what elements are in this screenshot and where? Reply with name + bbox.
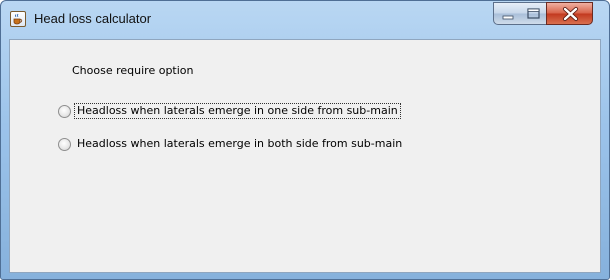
title-bar[interactable]: Head loss calculator [1, 1, 609, 39]
maximize-icon [527, 8, 540, 19]
close-button[interactable] [546, 2, 593, 25]
minimize-icon [502, 15, 514, 20]
radio-button-both-side[interactable] [58, 137, 71, 151]
app-window: Head loss calculator Choose require opti… [0, 0, 610, 280]
option-both-side-label[interactable]: Headloss when laterals emerge in both si… [75, 137, 404, 151]
minimize-button[interactable] [493, 2, 521, 25]
client-area: Choose require option Headloss when late… [9, 39, 601, 273]
prompt-label: Choose require option [72, 64, 194, 77]
option-both-side[interactable]: Headloss when laterals emerge in both si… [58, 136, 404, 152]
option-one-side-label[interactable]: Headloss when laterals emerge in one sid… [74, 103, 401, 119]
maximize-button[interactable] [520, 2, 547, 25]
java-cup-icon [10, 11, 26, 27]
window-title: Head loss calculator [34, 11, 152, 26]
close-icon [563, 7, 578, 21]
option-one-side[interactable]: Headloss when laterals emerge in one sid… [58, 103, 401, 119]
radio-button-one-side[interactable] [58, 104, 71, 118]
